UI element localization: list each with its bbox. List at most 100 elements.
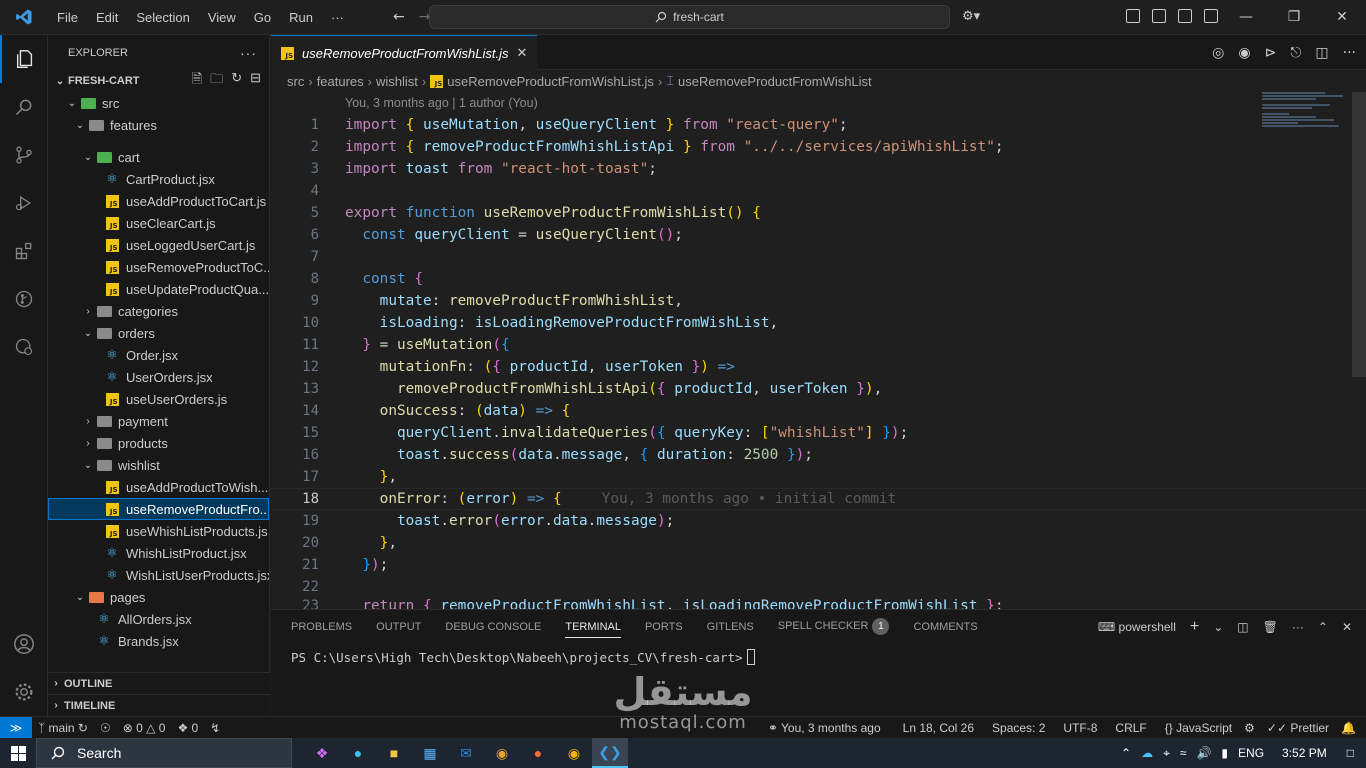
tab-gitlens[interactable]: GITLENS [707,621,754,633]
minimize-icon[interactable]: — [1222,0,1270,35]
tree-item-usewhishlistproducts-js[interactable]: JS useWhishListProducts.js [48,520,269,542]
wifi-icon[interactable]: ≈ [1180,746,1187,760]
breadcrumb-file[interactable]: useRemoveProductFromWishList.js [447,74,654,89]
command-center-search[interactable]: fresh-cart [429,5,950,29]
show-hidden-icons-icon[interactable]: ⌃ [1121,746,1131,760]
copilot-app-icon[interactable]: ❖ [304,738,340,768]
tree-item-useloggedusercart-js[interactable]: JS useLoggedUserCart.js [48,234,269,256]
file-explorer-icon[interactable]: ■ [376,738,412,768]
clock[interactable]: 3:52 PM [1282,746,1327,760]
outline-section[interactable]: › OUTLINE [48,672,270,694]
toggle-panel-layout-icon[interactable] [1126,9,1140,23]
menu-more[interactable]: ··· [322,10,353,25]
breadcrumb-src[interactable]: src [287,74,304,89]
new-file-icon[interactable]: 🗎 [192,70,202,92]
store-icon[interactable]: ▦ [412,738,448,768]
notifications-icon[interactable]: □ [1347,746,1354,760]
source-control-icon[interactable] [0,131,48,179]
tree-item-payment[interactable]: › payment [48,410,269,432]
tree-item-orders[interactable]: ⌄ orders [48,322,269,344]
postman-icon[interactable]: ● [520,738,556,768]
codelens-blame[interactable]: You, 3 months ago | 1 author (You) [271,92,1366,114]
explorer-more-actions[interactable]: ··· [240,45,257,61]
chrome-icon[interactable]: ◉ [556,738,592,768]
gitlens-commit-icon[interactable]: ◉ [1238,45,1250,61]
copilot-icon[interactable]: ⚙▾ [962,9,980,24]
tab-spell-checker[interactable]: SPELL CHECKER 1 [778,618,890,635]
split-terminal-icon[interactable]: ◫ [1237,620,1248,634]
tab-active-file[interactable]: JS useRemoveProductFromWishList.js ✕ [271,35,538,70]
panel-more-icon[interactable]: ··· [1292,620,1304,634]
end-of-line[interactable]: CRLF [1109,721,1152,735]
notifications-bell-icon[interactable]: 🔔 [1335,721,1366,735]
tree-item-wishlistuserproducts-jsx[interactable]: ⚛ WishListUserProducts.jsx [48,564,269,586]
terminal-shell-selector[interactable]: ⌨ powershell [1098,620,1176,634]
onedrive-icon[interactable]: ☁ [1141,746,1153,760]
tree-item-userorders-jsx[interactable]: ⚛ UserOrders.jsx [48,366,269,388]
gitlens-next-icon[interactable]: ⊳ [1265,45,1277,61]
volume-icon[interactable]: 🔊 [1196,746,1211,760]
language-mode[interactable]: {} JavaScript [1159,721,1238,735]
lightning-icon[interactable]: ↯ [204,721,226,735]
tab-comments[interactable]: COMMENTS [913,621,977,633]
minimap[interactable] [1262,92,1352,142]
vscode-taskbar-icon[interactable]: ❮❯ [592,738,628,768]
close-icon[interactable]: ✕ [1318,0,1366,35]
tree-item-products[interactable]: › products [48,432,269,454]
tree-item-whishlistproduct-jsx[interactable]: ⚛ WhishListProduct.jsx [48,542,269,564]
tree-item-src[interactable]: ⌄ src [48,92,269,114]
breadcrumb-features[interactable]: features [317,74,364,89]
tree-item-useremoveproductfro[interactable]: JS useRemoveProductFro... [48,498,269,520]
tree-item-useuserorders-js[interactable]: JS useUserOrders.js [48,388,269,410]
workspace-root[interactable]: ⌄ FRESH-CART 🗎 🗀 ↻ ⊟ [48,70,269,92]
outlook-icon[interactable]: ✉ [448,738,484,768]
search-icon[interactable] [0,83,48,131]
remote-indicator-icon[interactable]: ≫ [0,716,32,739]
tree-item-cart[interactable]: ⌄ cart [48,146,269,168]
chevron-down-icon[interactable]: ⌄ [1213,620,1223,634]
restore-icon[interactable]: ❐ [1270,0,1318,35]
input-language[interactable]: ENG [1238,746,1264,760]
indentation[interactable]: Spaces: 2 [986,721,1051,735]
prettier-status[interactable]: ✓✓ Prettier [1261,721,1335,735]
tree-item-cartproduct-jsx[interactable]: ⚛ CartProduct.jsx [48,168,269,190]
tree-item-useupdateproductqua[interactable]: JS useUpdateProductQua... [48,278,269,300]
taskbar-search[interactable]: Search [36,738,292,768]
tab-debug-console[interactable]: DEBUG CONSOLE [445,621,541,633]
tab-output[interactable]: OUTPUT [376,621,421,633]
split-editor-icon[interactable]: ◫ [1315,45,1328,61]
menu-selection[interactable]: Selection [127,10,198,25]
problems-indicator[interactable]: ⊗ 0 △ 0 [117,721,172,735]
terminal-output[interactable]: PS C:\Users\High Tech\Desktop\Nabeeh\pro… [271,649,1366,665]
timeline-section[interactable]: › TIMELINE [48,694,270,716]
tree-item-categories[interactable]: › categories [48,300,269,322]
network-icon[interactable]: ⌖ [1163,746,1170,761]
tree-item-useaddproducttowish[interactable]: JS useAddProductToWish... [48,476,269,498]
new-folder-icon[interactable]: 🗀 [210,70,223,92]
toggle-secondary-sidebar-icon[interactable] [1204,9,1218,23]
menu-file[interactable]: File [48,10,87,25]
ports-indicator[interactable]: ❖ 0 [171,721,204,735]
tab-ports[interactable]: PORTS [645,621,683,633]
tab-problems[interactable]: PROBLEMS [291,621,352,633]
accounts-icon[interactable] [0,620,48,668]
tree-item-useaddproducttocart-js[interactable]: JS useAddProductToCart.js [48,190,269,212]
copilot-status-icon[interactable]: ⚙ [1238,721,1261,735]
tree-item-pages[interactable]: ⌄ pages [48,586,269,608]
run-debug-icon[interactable] [0,179,48,227]
refresh-icon[interactable]: ↻ [231,70,242,92]
tree-item-brands-jsx[interactable]: ⚛ Brands.jsx [48,630,269,650]
menu-go[interactable]: Go [245,10,280,25]
gitlens-status-icon[interactable]: ☉ [94,721,117,735]
menu-view[interactable]: View [199,10,245,25]
explorer-icon[interactable] [0,35,48,83]
edge-browser-icon[interactable]: ● [340,738,376,768]
tree-item-order-jsx[interactable]: ⚛ Order.jsx [48,344,269,366]
battery-icon[interactable]: ▮ [1221,746,1228,760]
gitlens-compare-icon[interactable]: ◎ [1212,45,1224,61]
toggle-sidebar-icon[interactable] [1152,9,1166,23]
tab-terminal[interactable]: TERMINAL [565,621,621,638]
editor-scrollbar[interactable] [1352,92,1366,377]
windows-start-icon[interactable] [0,738,36,768]
encoding[interactable]: UTF-8 [1057,721,1103,735]
